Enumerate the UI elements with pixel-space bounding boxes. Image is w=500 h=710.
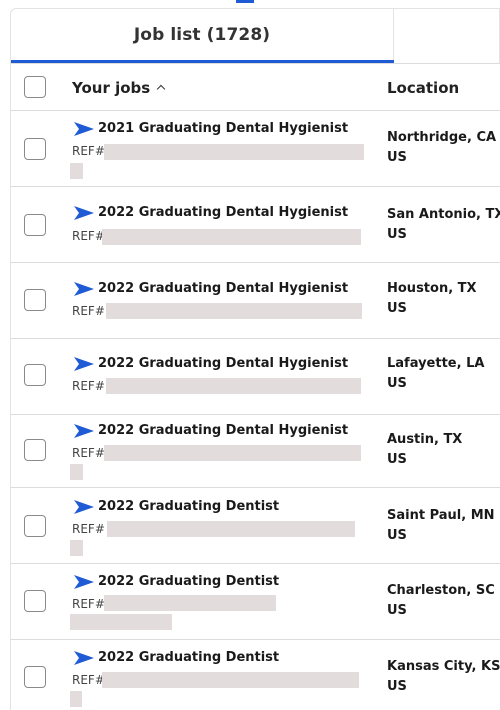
top-accent-bar <box>236 0 254 3</box>
job-title-link[interactable]: 2022 Graduating Dental Hygienist <box>98 205 348 220</box>
column-header-your-jobs-label: Your jobs <box>72 79 151 97</box>
job-location-country: US <box>387 376 407 391</box>
job-ref-label: REF# <box>72 229 105 243</box>
column-header-location[interactable]: Location <box>387 79 459 97</box>
column-header-your-jobs[interactable]: Your jobs <box>72 79 166 97</box>
job-location-country: US <box>387 150 407 165</box>
table-row[interactable]: 2022 Graduating Dental Hygienist REF# La… <box>11 339 500 415</box>
paper-plane-icon <box>74 575 94 589</box>
job-location-city: Kansas City, KS <box>387 659 500 674</box>
job-title-link[interactable]: 2022 Graduating Dentist <box>98 574 279 589</box>
tab-job-list[interactable]: Job list (1728) <box>11 9 394 64</box>
redacted-ref-number <box>107 521 355 537</box>
paper-plane-icon <box>74 651 94 665</box>
table-row[interactable]: 2022 Graduating Dental Hygienist REF# Sa… <box>11 187 500 263</box>
job-location-city: Houston, TX <box>387 281 477 296</box>
job-location-city: Saint Paul, MN <box>387 508 495 523</box>
job-location-country: US <box>387 679 407 694</box>
table-row[interactable]: 2022 Graduating Dental Hygienist REF# Ho… <box>11 263 500 339</box>
job-title-link[interactable]: 2022 Graduating Dental Hygienist <box>98 423 348 438</box>
redacted-ref-number <box>106 378 361 394</box>
table-row[interactable]: 2022 Graduating Dentist REF# Kansas City… <box>11 640 500 710</box>
tab-bar: Job list (1728) <box>10 8 500 64</box>
row-checkbox[interactable] <box>24 138 46 160</box>
select-all-checkbox[interactable] <box>24 76 46 98</box>
job-location-city: Lafayette, LA <box>387 356 485 371</box>
tab-job-list-label: Job list (1728) <box>133 25 271 45</box>
row-checkbox[interactable] <box>24 515 46 537</box>
row-checkbox[interactable] <box>24 214 46 236</box>
job-ref-label: REF# <box>72 446 105 460</box>
table-row[interactable]: 2022 Graduating Dentist REF# Saint Paul,… <box>11 488 500 564</box>
job-ref-label: REF# <box>72 673 105 687</box>
job-location-city: Charleston, SC <box>387 583 495 598</box>
redacted-ref-number <box>104 144 364 160</box>
job-ref-label: REF# <box>72 522 105 536</box>
paper-plane-icon <box>74 282 94 296</box>
job-location-country: US <box>387 603 407 618</box>
job-location-country: US <box>387 528 407 543</box>
job-location-country: US <box>387 452 407 467</box>
row-checkbox[interactable] <box>24 590 46 612</box>
row-checkbox[interactable] <box>24 666 46 688</box>
job-ref-label: REF# <box>72 304 105 318</box>
job-location-city: Northridge, CA <box>387 130 497 145</box>
redacted-ref-number <box>70 691 82 707</box>
job-title-link[interactable]: 2021 Graduating Dental Hygienist <box>98 121 348 136</box>
job-location-country: US <box>387 227 407 242</box>
redacted-ref-number <box>104 595 276 611</box>
job-table: Your jobs Location 2021 Graduating Denta… <box>10 63 500 710</box>
paper-plane-icon <box>74 357 94 371</box>
redacted-ref-number <box>106 303 362 319</box>
job-ref-label: REF# <box>72 597 105 611</box>
row-checkbox[interactable] <box>24 439 46 461</box>
paper-plane-icon <box>74 122 94 136</box>
redacted-ref-number <box>102 229 361 245</box>
table-row[interactable]: 2022 Graduating Dentist REF# Charleston,… <box>11 564 500 640</box>
table-row[interactable]: 2022 Graduating Dental Hygienist REF# Au… <box>11 415 500 488</box>
job-title-link[interactable]: 2022 Graduating Dentist <box>98 499 279 514</box>
redacted-ref-number <box>70 163 83 179</box>
paper-plane-icon <box>74 500 94 514</box>
redacted-ref-number <box>70 464 83 480</box>
job-ref-label: REF# <box>72 144 105 158</box>
row-checkbox[interactable] <box>24 289 46 311</box>
redacted-ref-number <box>70 614 172 630</box>
row-checkbox[interactable] <box>24 364 46 386</box>
redacted-ref-number <box>70 540 83 556</box>
redacted-ref-number <box>102 672 359 688</box>
chevron-up-icon <box>156 84 166 94</box>
job-title-link[interactable]: 2022 Graduating Dentist <box>98 650 279 665</box>
job-title-link[interactable]: 2022 Graduating Dental Hygienist <box>98 281 348 296</box>
redacted-ref-number <box>104 445 361 461</box>
job-ref-label: REF# <box>72 379 105 393</box>
table-row[interactable]: 2021 Graduating Dental Hygienist REF# No… <box>11 111 500 187</box>
job-title-link[interactable]: 2022 Graduating Dental Hygienist <box>98 356 348 371</box>
paper-plane-icon <box>74 206 94 220</box>
table-header: Your jobs Location <box>11 64 500 111</box>
job-location-country: US <box>387 301 407 316</box>
job-location-city: San Antonio, TX <box>387 207 500 222</box>
paper-plane-icon <box>74 424 94 438</box>
job-location-city: Austin, TX <box>387 432 463 447</box>
